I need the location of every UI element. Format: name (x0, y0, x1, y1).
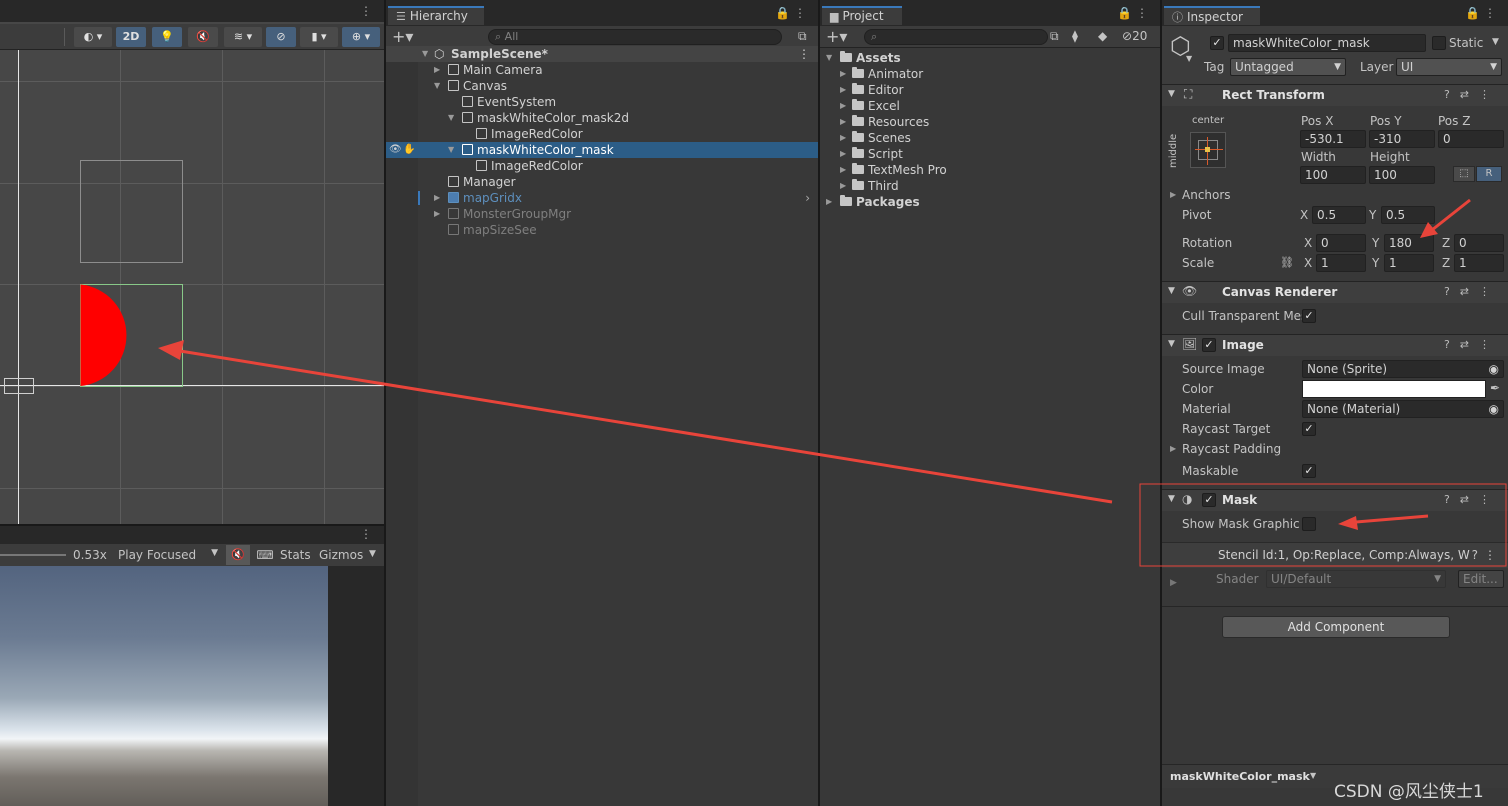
arrow-head-rotation (1420, 222, 1438, 238)
arrow-line-rotation (1431, 198, 1471, 232)
arrow-line-main (173, 348, 1113, 504)
arrow-head-mask (1338, 516, 1358, 530)
mask-highlight-box (1139, 483, 1507, 567)
annotation-overlay (158, 198, 1507, 567)
arrow-head-main (158, 340, 184, 360)
arrow-line-mask (1355, 514, 1429, 524)
watermark: CSDN @风尘侠士1 (1334, 782, 1484, 802)
